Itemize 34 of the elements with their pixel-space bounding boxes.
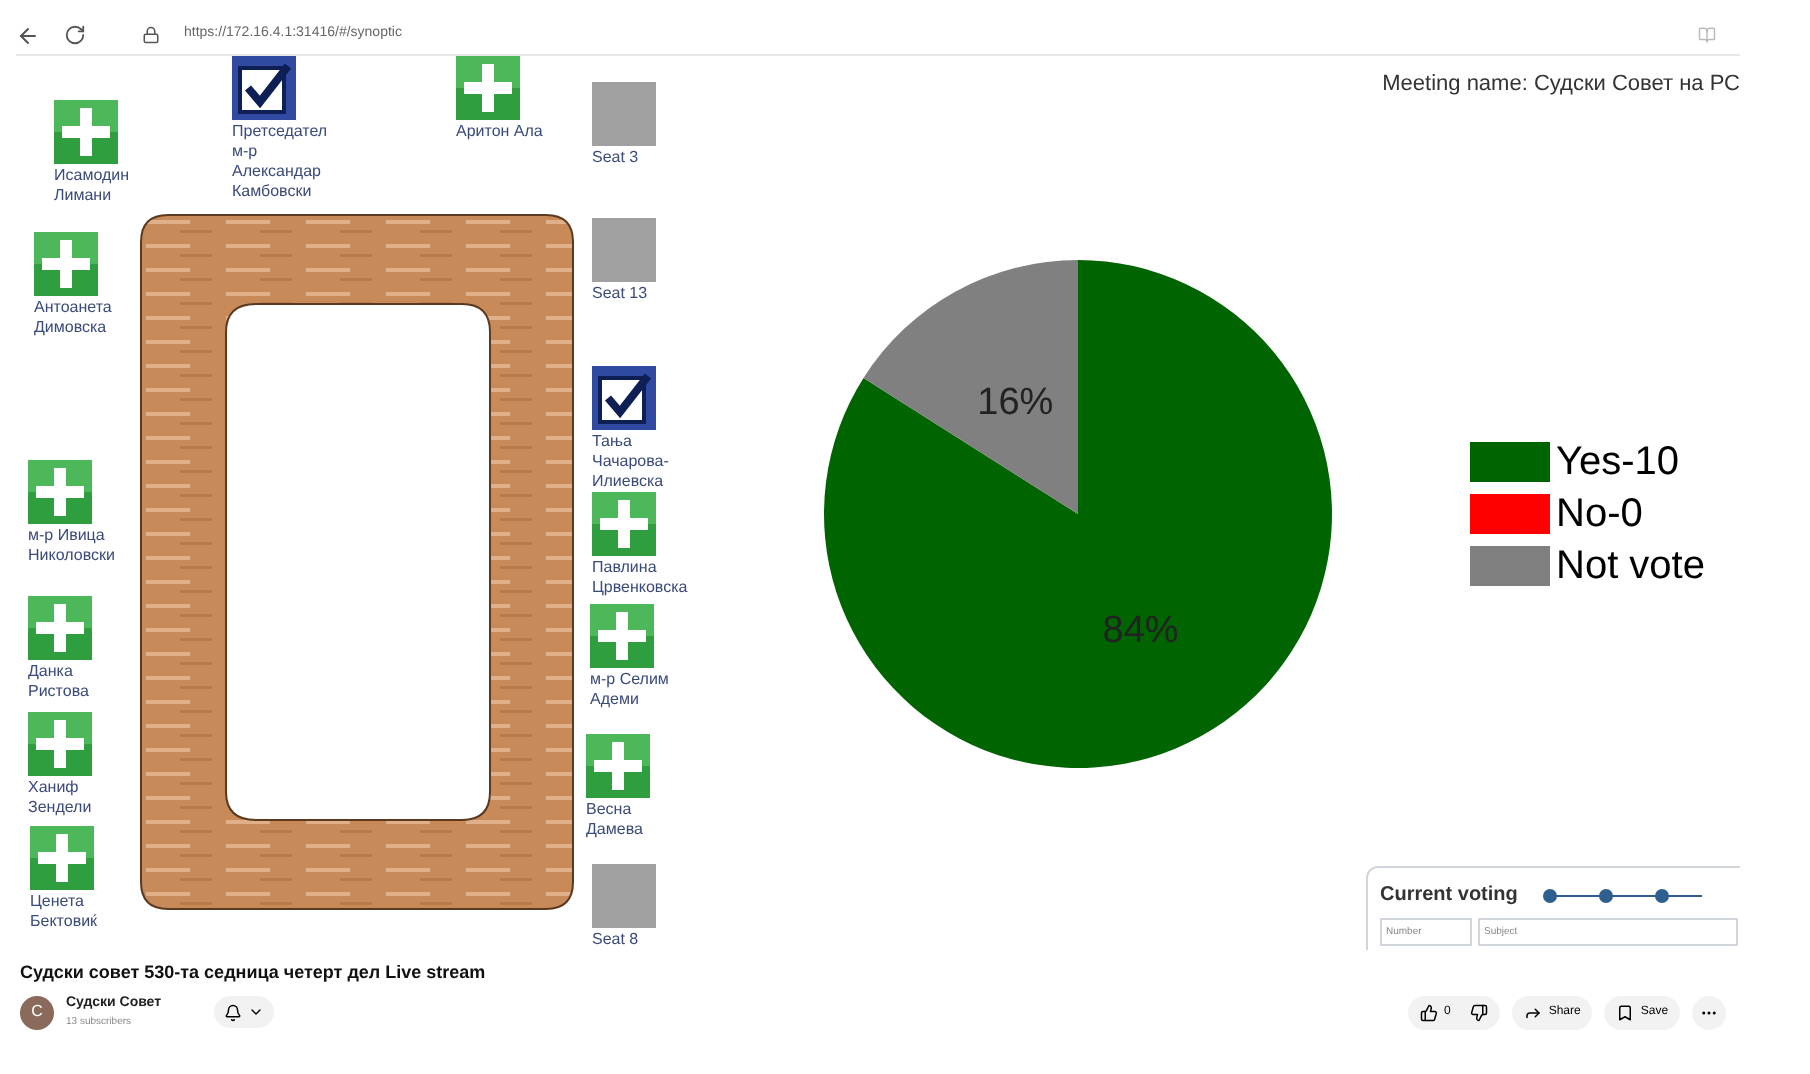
seat-label: Seat 13 (592, 284, 650, 304)
seat-label: Ценета Бектовиќ (30, 892, 100, 932)
legend-label: Not vote (1556, 544, 1705, 588)
percent-label: 84% (1102, 609, 1179, 652)
thumbs-up-icon (1420, 1004, 1438, 1022)
bell-icon (223, 1003, 242, 1021)
chevron-icon (247, 1004, 264, 1020)
seat-label: Весна Дамева (586, 800, 645, 840)
seat-label: Данка Ристова (28, 662, 91, 702)
notification-button[interactable] (213, 996, 274, 1028)
share-icon (1524, 1004, 1543, 1022)
percent-label: 16% (977, 382, 1054, 425)
dislike-icon[interactable] (1470, 1004, 1489, 1022)
reload-icon[interactable] (64, 24, 86, 46)
seat-label: м-р Ивица Николовски (28, 526, 117, 566)
seat-label: Seat 3 (592, 148, 641, 168)
seat-label: Аритон Ала (456, 122, 545, 142)
channel-avatar[interactable]: C (20, 995, 54, 1029)
seat-label: Павлина Црвенковска (592, 558, 690, 598)
back-icon[interactable] (16, 23, 40, 47)
seat-label: Антоанета Димовска (34, 298, 114, 338)
meeting-name: Meeting name: Судски Совет на РС (1382, 70, 1740, 100)
seat-label: Исамодин Лимани (54, 166, 132, 206)
lock-icon (142, 26, 160, 44)
panel-title: Current voting (1380, 882, 1518, 910)
video-title: Судски совет 530-та седница четерт дел Live stream (20, 960, 486, 986)
seat-label: Ханиф Зендели (28, 778, 94, 818)
legend-label: Yes-10 (1556, 440, 1680, 484)
legend-label: No-0 (1556, 492, 1643, 536)
seat-label: Тања Чачарова-Илиевска (592, 432, 671, 492)
bookmark-icon (1616, 1004, 1635, 1022)
seat-label: м-р Селим Адеми (590, 670, 671, 710)
seat-label: Претседател м-р Александар Камбовски (232, 122, 330, 202)
seat-label: Seat 8 (592, 930, 641, 950)
